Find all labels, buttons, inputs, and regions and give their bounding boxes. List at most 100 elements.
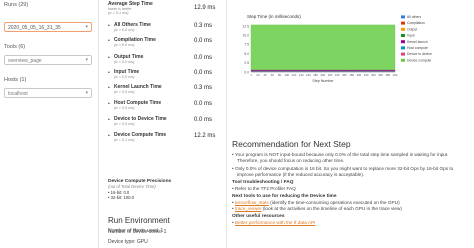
stat-item: • Host Compute Time (σ = 0.0 ms) 0.0 ms (102, 100, 226, 114)
tools-label: Tools (6) (4, 44, 26, 50)
legend-label: Device compute (407, 58, 431, 62)
host-select-value: localhost (8, 90, 28, 97)
stat-value: 0.0 ms (194, 70, 213, 76)
bullet: • (108, 117, 110, 123)
step-time-chart: Step Time (in milliseconds) 0.0 2.5 5.0 7.5… (229, 4, 474, 88)
precision-sub: (out of Total Device Time) (108, 184, 156, 189)
y-tick-label: 5.0 (244, 52, 249, 56)
x-tick-label: 200 (320, 73, 325, 77)
stat-sigma: (σ = 0.0 ms) (114, 27, 135, 32)
stat-value: 0.0 ms (194, 38, 213, 44)
rec-bullet-1-cont: Therefore, you should focus on reducing … (237, 158, 345, 163)
rec-bullet-2: • Only 0.0% of device computation is 16 … (232, 166, 454, 171)
tool-faq-title: Tool troubleshooting / FAQ (232, 180, 294, 185)
x-tick-label: 320 (364, 73, 369, 77)
tool-select-value: overview_page (8, 57, 42, 64)
stat-item: • All Others Time (σ = 0.0 ms) 0.3 ms (102, 22, 226, 36)
legend-swatch (401, 40, 405, 44)
x-tick-label: 180 (313, 73, 318, 77)
next-tool-1: • tensorflow_stats (identify the time-co… (232, 200, 400, 205)
x-tick-label: 380 (385, 73, 390, 77)
next-tools-title: Next tools to use for reducing the Devic… (232, 194, 337, 199)
run-select[interactable]: 2020_05_05_16_31_35 ▾ (4, 22, 92, 32)
legend-label: Host compute (407, 46, 428, 50)
tf-data-api-link[interactable]: Better performance with the tf.data API (235, 220, 316, 225)
bullet: • (108, 55, 110, 61)
x-tick-label: 60 (271, 73, 275, 77)
x-tick-label: 220 (328, 73, 333, 77)
x-tick-label: 100 (284, 73, 289, 77)
bullet: • (108, 85, 110, 91)
tool-select[interactable]: overview_page ▾ (4, 55, 92, 65)
chevron-down-icon: ▾ (85, 90, 88, 96)
stat-item: • Device to Device Time (σ = 0.0 ms) 0.0 ms (102, 116, 226, 130)
trace-viewer-link[interactable]: trace_viewer (235, 206, 262, 211)
stat-sub: lower is better (108, 6, 132, 11)
runs-label: Runs (29) (4, 2, 29, 8)
run-select-value: 2020_05_05_16_31_35 (8, 24, 61, 31)
x-tick-label: 140 (299, 73, 304, 77)
y-tick-label: 2.5 (244, 61, 249, 65)
legend-label: Kernel launch (407, 40, 428, 44)
rec-bullet-2-cont: improve performance (if the reduced accu… (237, 172, 365, 177)
step-time-stats: Average Step Time lower is better (σ = 0… (102, 0, 227, 248)
legend-swatch (401, 58, 405, 62)
tool-faq-link[interactable]: Refer to the TF2 Profiler FAQ (235, 186, 296, 191)
tensorflow-stats-link[interactable]: tensorflow_stats (235, 200, 269, 205)
host-select[interactable]: localhost ▾ (4, 88, 92, 98)
stat-sigma: (σ = 0.1 ms) (114, 137, 135, 142)
x-tick-label: 160 (306, 73, 311, 77)
x-tick-label: 360 (378, 73, 383, 77)
x-axis-label: Step Number (312, 79, 334, 83)
x-tick-label: 1 (250, 73, 252, 77)
precision-32bit: • 32-bit: 100.0 (108, 195, 134, 200)
x-tick-label: 280 (349, 73, 354, 77)
stat-sigma: (σ = 0.0 ms) (114, 121, 135, 126)
stat-item: • Kernel Launch Time (σ = 0.0 ms) 0.3 ms (102, 84, 226, 98)
stat-value: 0.3 ms (194, 23, 213, 29)
stat-sigma: (σ = 0.1 ms) (108, 11, 129, 15)
bullet: • (108, 38, 110, 44)
x-tick-label: 300 (357, 73, 362, 77)
legend-label: Device to device (407, 52, 432, 56)
next-tool-2: • trace_viewer (look at the activities o… (232, 206, 402, 211)
bullet: • (108, 23, 110, 29)
legend-swatch (401, 52, 405, 56)
stat-sigma: (σ = 0.0 ms) (114, 42, 135, 47)
x-tick-label: 340 (371, 73, 376, 77)
rec-bullet-1: • Your program is NOT input-bound becaus… (232, 152, 449, 157)
x-tick-label: 260 (342, 73, 347, 77)
stat-sigma: (σ = 0.0 ms) (114, 74, 135, 79)
average-step-time: Average Step Time lower is better (σ = 0… (102, 1, 226, 19)
legend-label: All others (407, 15, 421, 19)
legend-swatch (401, 46, 405, 50)
legend-swatch (401, 15, 405, 19)
bullet: • (108, 101, 110, 107)
run-env-device-type: Device type: GPU (108, 239, 148, 245)
y-tick-label: 7.5 (244, 43, 249, 47)
stat-value: 12.2 ms (194, 133, 216, 139)
run-env-device-cores: Number of device cores: 1 (108, 229, 167, 235)
legend-swatch (401, 34, 405, 37)
stat-item: • Compilation Time (σ = 0.0 ms) 0.0 ms (102, 37, 226, 51)
stat-value: 12.9 ms (194, 5, 216, 11)
y-tick-label: 0.0 (244, 70, 249, 74)
stat-sigma: (σ = 0.0 ms) (114, 105, 135, 110)
x-tick-label: 20 (256, 73, 260, 77)
chevron-down-icon: ▾ (85, 57, 88, 63)
legend-swatch (401, 21, 405, 25)
legend-label: Output (407, 27, 417, 31)
x-tick-label: 120 (292, 73, 297, 77)
stat-value: 0.3 ms (194, 85, 213, 91)
stat-value: 0.0 ms (194, 101, 213, 107)
x-tick-label: 40 (264, 73, 268, 77)
x-tick-label: 400 (393, 73, 398, 77)
recommendation-title: Recommendation for Next Step (232, 139, 351, 149)
sidebar: Runs (29) 2020_05_05_16_31_35 ▾ Tools (6… (0, 0, 99, 248)
hosts-label: Hosts (1) (4, 77, 27, 83)
series-area (250, 69, 396, 72)
stat-item: • Input Time (σ = 0.0 ms) 0.0 ms (102, 69, 226, 83)
other-resources-title: Other useful resources (232, 214, 285, 219)
tool-faq-item: • Refer to the TF2 Profiler FAQ (232, 186, 296, 191)
stat-sigma: (σ = 0.0 ms) (114, 59, 135, 64)
